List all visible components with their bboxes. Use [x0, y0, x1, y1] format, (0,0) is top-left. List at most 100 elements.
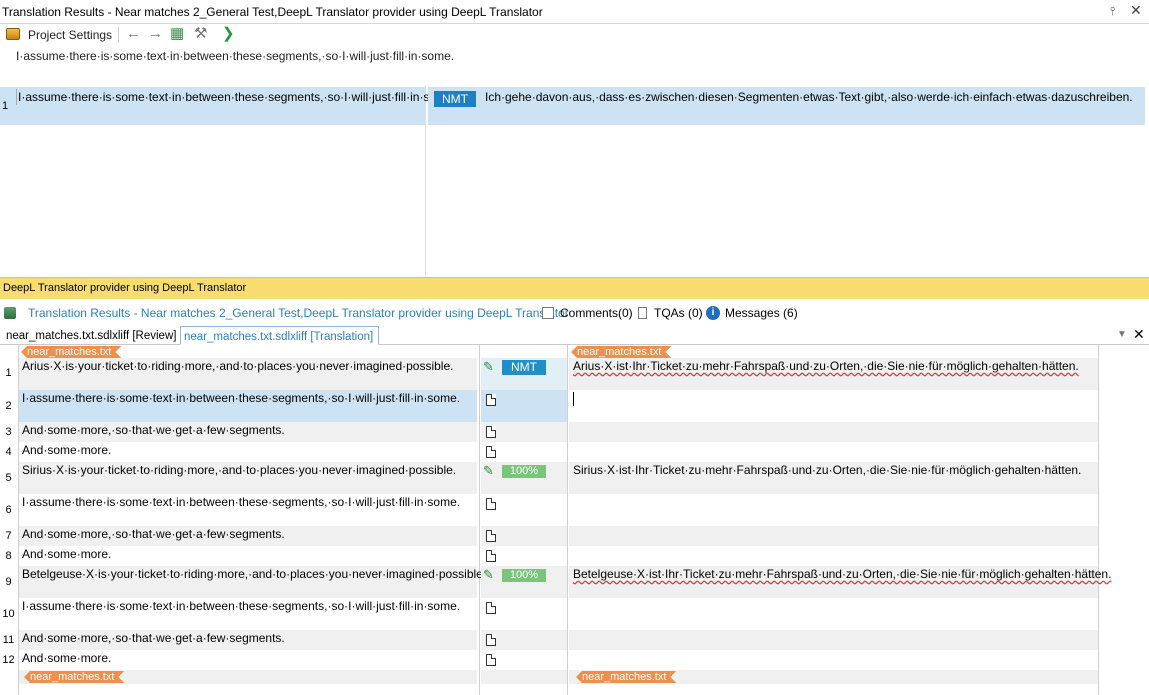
tab-translation-results[interactable]: Translation Results - Near matches 2_Gen…	[28, 306, 569, 320]
segment-row[interactable]: 4 And·some·more.	[0, 442, 1149, 462]
segment-status	[481, 598, 567, 630]
add-to-tm-icon[interactable]: ▦	[170, 25, 184, 43]
translation-results-icon	[4, 307, 16, 319]
segment-row[interactable]: 12 And·some·more.	[0, 650, 1149, 670]
result-row-source[interactable]: 1 I·assume·there·is·some·text·in·between…	[0, 87, 457, 125]
tqa-icon	[638, 307, 647, 319]
segment-number: 3	[5, 426, 12, 438]
segment-target[interactable]	[569, 442, 1098, 462]
segment-source[interactable]: And·some·more.	[19, 546, 477, 566]
segment-target[interactable]	[569, 546, 1098, 566]
forward-arrow-icon[interactable]: →	[148, 25, 163, 43]
segment-target[interactable]: Betelgeuse·X·ist·Ihr·Ticket·zu·mehr·Fahr…	[569, 566, 1111, 598]
segment-source[interactable]: And·some·more,·so·that·we·get·a·few·segm…	[19, 526, 477, 546]
segment-target[interactable]	[569, 494, 1098, 526]
segment-status	[481, 650, 567, 670]
nmt-status-badge: NMT	[502, 360, 546, 375]
untranslated-document-icon	[486, 498, 496, 510]
segment-number: 8	[5, 550, 12, 562]
segment-source[interactable]: Sirius·X·is·your·ticket·to·riding·more,·…	[19, 462, 477, 494]
result-target-text: Ich·gehe·davon·aus,·dass·es·zwischen·die…	[485, 90, 1133, 104]
panel-tab-strip: Translation Results - Near matches 2_Gen…	[0, 302, 1149, 324]
segment-row[interactable]: 10 I·assume·there·is·some·text·in·betwee…	[0, 598, 1149, 630]
tab-translation-document[interactable]: near_matches.txt.sdlxliff [Translation]	[180, 326, 379, 345]
segment-target-editor[interactable]	[569, 390, 1098, 422]
close-icon[interactable]: ✕	[1130, 2, 1142, 19]
segment-source[interactable]: Arius·X·is·your·ticket·to·riding·more,·a…	[19, 358, 477, 390]
result-number: 1	[2, 100, 9, 112]
segment-status	[481, 390, 567, 422]
segment-row[interactable]: 3 And·some·more,·so·that·we·get·a·few·se…	[0, 422, 1149, 442]
document-tab-strip: near_matches.txt.sdlxliff [Review] near_…	[0, 326, 1149, 345]
tab-review-document[interactable]: near_matches.txt.sdlxliff [Review]	[3, 326, 179, 345]
segment-target[interactable]	[569, 422, 1098, 442]
segment-source[interactable]: And·some·more,·so·that·we·get·a·few·segm…	[19, 422, 477, 442]
segment-number: 5	[5, 472, 12, 484]
segment-status: ✎ NMT	[481, 358, 567, 390]
back-arrow-icon[interactable]: ←	[126, 25, 141, 43]
segment-target[interactable]	[569, 630, 1098, 650]
match-score-badge: 100%	[502, 569, 546, 582]
segment-source[interactable]: I·assume·there·is·some·text·in·between·t…	[19, 494, 477, 526]
info-icon: i	[706, 306, 720, 320]
segment-target[interactable]	[569, 650, 1098, 670]
segment-target[interactable]	[569, 526, 1098, 546]
project-settings-icon[interactable]	[6, 28, 20, 40]
text-cursor	[573, 391, 574, 406]
edited-pen-icon: ✎	[483, 463, 494, 478]
results-target-pane: NMT Ich·gehe·davon·aus,·dass·es·zwischen…	[428, 86, 1149, 276]
tab-list-dropdown-icon[interactable]: ▼	[1117, 329, 1127, 340]
target-text: Betelgeuse·X·ist·Ihr·Ticket·zu·mehr·Fahr…	[573, 567, 1112, 581]
segment-row[interactable]: 6 I·assume·there·is·some·text·in·between…	[0, 494, 1149, 526]
segment-number: 6	[5, 504, 12, 516]
segment-row[interactable]: 7 And·some·more,·so·that·we·get·a·few·se…	[0, 526, 1149, 546]
project-settings-button[interactable]: Project Settings	[28, 28, 112, 42]
segment-row[interactable]: 9 Betelgeuse·X·is·your·ticket·to·riding·…	[0, 566, 1149, 598]
settings-cross-icon[interactable]: ⚒	[194, 25, 207, 43]
pin-icon[interactable]: ⫯	[1110, 4, 1115, 19]
segment-source[interactable]: I·assume·there·is·some·text·in·between·t…	[19, 598, 477, 630]
segment-row[interactable]: 1 Arius·X·is·your·ticket·to·riding·more,…	[0, 358, 1149, 390]
target-text: Arius·X·ist·Ihr·Ticket·zu·mehr·Fahrspaß·…	[573, 359, 1079, 373]
tab-tqas[interactable]: TQAs (0)	[654, 306, 703, 320]
play-icon[interactable]: ❯	[222, 25, 235, 43]
segment-source[interactable]: And·some·more.	[19, 442, 477, 462]
segment-number: 9	[5, 576, 12, 588]
result-source-text: I·assume·there·is·some·text·in·between·t…	[16, 89, 457, 105]
segment-status	[481, 526, 567, 546]
segment-target[interactable]: Arius·X·ist·Ihr·Ticket·zu·mehr·Fahrspaß·…	[569, 358, 1098, 390]
file-start-tag-target: near_matches.txt	[571, 346, 671, 358]
match-score-badge: 100%	[502, 465, 546, 478]
segment-source[interactable]: And·some·more.	[19, 650, 477, 670]
tab-messages[interactable]: Messages (6)	[725, 306, 798, 320]
segment-source[interactable]: Betelgeuse·X·is·your·ticket·to·riding·mo…	[19, 566, 486, 598]
tab-comments[interactable]: Comments(0)	[560, 306, 633, 320]
untranslated-document-icon	[486, 634, 496, 646]
segment-status: ✎ 100%	[481, 462, 567, 494]
untranslated-document-icon	[486, 394, 496, 406]
results-source-pane: 1 I·assume·there·is·some·text·in·between…	[0, 86, 457, 276]
segment-row[interactable]: 5 Sirius·X·is·your·ticket·to·riding·more…	[0, 462, 1149, 494]
file-start-tag-source: near_matches.txt	[21, 346, 121, 358]
segment-status: ✎ 100%	[481, 566, 567, 598]
segment-number: 4	[5, 446, 12, 458]
provider-status-text: DeepL Translator provider using DeepL Tr…	[3, 282, 247, 294]
untranslated-document-icon	[486, 550, 496, 562]
result-row-target[interactable]: NMT Ich·gehe·davon·aus,·dass·es·zwischen…	[428, 87, 1145, 125]
segment-row[interactable]: 8 And·some·more.	[0, 546, 1149, 566]
editor-grid: near_matches.txt near_matches.txt 1 Ariu…	[0, 345, 1149, 695]
segment-target[interactable]: Sirius·X·ist·Ihr·Ticket·zu·mehr·Fahrspaß…	[569, 462, 1098, 494]
untranslated-document-icon	[486, 426, 496, 438]
segment-source[interactable]: I·assume·there·is·some·text·in·between·t…	[19, 390, 477, 422]
file-end-row	[0, 670, 1149, 684]
segment-row[interactable]: 11 And·some·more,·so·that·we·get·a·few·s…	[0, 630, 1149, 650]
source-preview-text: I·assume·there·is·some·text·in·between·t…	[16, 49, 455, 63]
segment-number: 1	[5, 367, 12, 379]
close-document-icon[interactable]: ✕	[1133, 326, 1145, 343]
segment-number: 2	[5, 400, 12, 412]
segment-source[interactable]: And·some·more,·so·that·we·get·a·few·segm…	[19, 630, 477, 650]
untranslated-document-icon	[486, 602, 496, 614]
segment-target[interactable]	[569, 598, 1098, 630]
segment-row-active[interactable]: 2 I·assume·there·is·some·text·in·between…	[0, 390, 1149, 422]
translation-results-toolbar: Project Settings ← → ▦ ⚒ ❯	[0, 24, 1149, 46]
